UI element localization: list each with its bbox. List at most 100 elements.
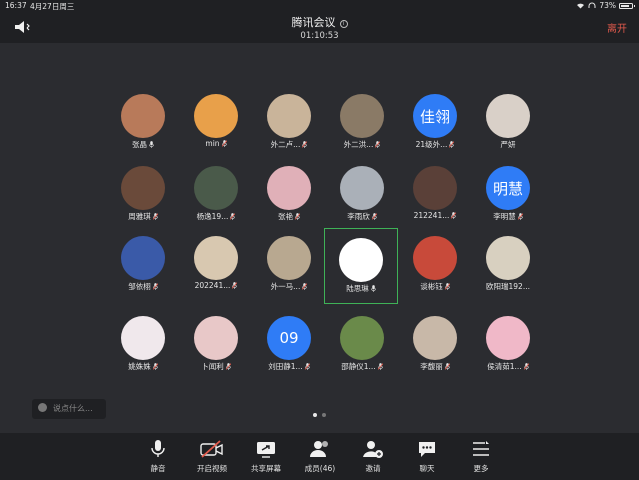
mic-muted-icon (517, 213, 523, 220)
participant-name-text: 外二洪... (343, 140, 374, 149)
mic-muted-icon (302, 141, 308, 148)
participant-name-text: 姚姝姝 (128, 362, 151, 371)
participant-name: min (179, 139, 253, 148)
more-button[interactable]: 更多 (456, 439, 506, 474)
mic-on-icon (149, 141, 154, 148)
participant-name: 外二洪... (325, 139, 399, 150)
mic-muted-icon (230, 213, 236, 220)
participant-name-text: 张晶 (132, 140, 147, 149)
page-dot-active[interactable] (313, 413, 317, 417)
participant-tile[interactable]: 外二卢... (252, 92, 326, 168)
avatar (413, 166, 457, 210)
chat-input[interactable]: 说点什么... (32, 399, 106, 419)
participant-name: 212241... (398, 211, 472, 220)
participant-name: 21级外... (398, 139, 472, 150)
avatar: 明慧 (486, 166, 530, 210)
participant-tile[interactable]: 202241... (179, 234, 253, 310)
participant-tile[interactable]: 佳翎 21级外... (398, 92, 472, 168)
page-dot[interactable] (322, 413, 326, 417)
participant-tile[interactable]: 欧阳瑞192... (471, 234, 545, 310)
participant-tile[interactable]: 09 刘田静1... (252, 314, 326, 390)
mic-on-icon (370, 285, 376, 292)
participant-name-text: 202241... (194, 281, 231, 290)
participant-tile[interactable]: 邹依栩 (106, 234, 180, 310)
bottom-toolbar: 静音 开启视频 共享屏幕 成员(46) 邀请 聊天 更多 (0, 433, 639, 480)
participant-tile[interactable]: 外一马... (252, 234, 326, 310)
participant-name-text: 李明慧 (493, 212, 516, 221)
mic-muted-icon (444, 363, 450, 370)
meeting-timer: 01:10:53 (300, 31, 339, 41)
participant-name: 邹依栩 (106, 281, 180, 292)
participant-name: 邵静仪1... (325, 361, 399, 372)
mic-muted-icon (152, 283, 158, 290)
participant-name: 侯清茹1... (471, 361, 545, 372)
participant-name-text: 外二卢... (270, 140, 301, 149)
participant-tile[interactable]: 姚姝姝 (106, 314, 180, 390)
avatar: 佳翎 (413, 94, 457, 138)
chat-button[interactable]: 聊天 (402, 439, 452, 474)
members-label: 成员(46) (304, 464, 336, 473)
participant-name: 刘田静1... (252, 361, 326, 372)
share-screen-label: 共享屏幕 (251, 464, 281, 473)
avatar (194, 236, 238, 280)
participant-tile[interactable]: 外二洪... (325, 92, 399, 168)
share-screen-button[interactable]: 共享屏幕 (241, 439, 291, 474)
mic-muted-icon (302, 283, 308, 290)
participant-name-text: 谈彬钰 (420, 282, 443, 291)
participant-tile[interactable]: 严妍 (471, 92, 545, 168)
participant-tile[interactable]: 卜闻利 (179, 314, 253, 390)
mic-muted-icon (371, 213, 377, 220)
participant-name: 杨逸19... (179, 211, 253, 222)
participant-tile[interactable]: 张晶 (106, 92, 180, 168)
battery-percent: 73% (599, 1, 616, 10)
participant-name: 外二卢... (252, 139, 326, 150)
mic-muted-icon (304, 363, 310, 370)
participant-tile[interactable]: 212241... (398, 164, 472, 240)
chat-placeholder: 说点什么... (53, 404, 93, 413)
invite-button[interactable]: 邀请 (348, 439, 398, 474)
video-label: 开启视频 (197, 464, 227, 473)
participant-tile[interactable]: 张艳 (252, 164, 326, 240)
participant-tile[interactable]: 陆思琳 (324, 228, 398, 304)
participant-tile[interactable]: 周雅琪 (106, 164, 180, 240)
mic-muted-icon (232, 282, 238, 289)
avatar (486, 236, 530, 280)
participant-tile[interactable]: 谈彬钰 (398, 234, 472, 310)
mic-muted-icon (221, 140, 227, 147)
info-icon[interactable]: i (339, 20, 348, 28)
page-indicator[interactable] (313, 413, 326, 417)
mute-button[interactable]: 静音 (133, 439, 183, 474)
members-button[interactable]: 成员(46) (295, 439, 345, 474)
participant-name-text: 陆思琳 (346, 284, 369, 293)
headphones-icon (588, 2, 596, 8)
chat-label: 聊天 (419, 464, 435, 473)
participant-tile[interactable]: min (179, 92, 253, 168)
participant-name: 张晶 (106, 139, 180, 150)
emoji-icon[interactable] (38, 403, 47, 412)
participant-name-text: 邹依栩 (128, 282, 151, 291)
participant-name-text: 李雨欣 (347, 212, 370, 221)
participant-name-text: 欧阳瑞192... (486, 282, 530, 291)
video-button[interactable]: 开启视频 (187, 439, 237, 474)
participant-tile[interactable]: 李馥丽 (398, 314, 472, 390)
mic-muted-icon (225, 363, 231, 370)
members-icon (310, 441, 328, 457)
leave-button[interactable]: 离开 (607, 20, 627, 35)
mic-muted-icon (295, 213, 300, 220)
status-time: 16:37 (5, 1, 27, 10)
participant-name-text: min (205, 139, 220, 148)
participant-tile[interactable]: 邵静仪1... (325, 314, 399, 390)
mic-muted-icon (451, 212, 457, 219)
participant-name: 李明慧 (471, 211, 545, 222)
participant-tile[interactable]: 杨逸19... (179, 164, 253, 240)
participant-tile[interactable]: 侯清茹1... (471, 314, 545, 390)
participant-name-text: 侯清茹1... (487, 362, 522, 371)
microphone-icon (151, 440, 165, 457)
invite-label: 邀请 (365, 464, 381, 473)
avatar (194, 94, 238, 138)
invite-icon (363, 441, 383, 458)
status-date: 4月27日周三 (30, 2, 75, 11)
chat-icon (419, 442, 435, 457)
participant-tile[interactable]: 明慧李明慧 (471, 164, 545, 240)
avatar (486, 316, 530, 360)
